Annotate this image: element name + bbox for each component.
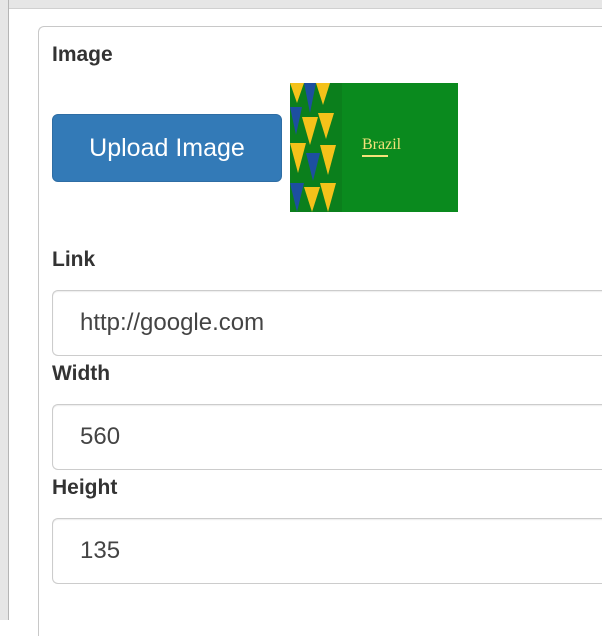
window: Image Upload Image Brazil Link http://go… [0,0,602,636]
width-input[interactable]: 560 [52,404,602,470]
link-label: Link [52,248,96,271]
window-left-border [0,0,9,620]
height-label: Height [52,476,118,499]
image-label: Image [52,43,113,66]
image-thumbnail: Brazil [290,83,458,212]
width-label: Width [52,362,111,385]
link-input[interactable]: http://google.com [52,290,602,356]
window-top-border [0,0,602,9]
thumbnail-text: Brazil [362,136,402,153]
upload-image-button[interactable]: Upload Image [52,114,282,182]
height-input[interactable]: 135 [52,518,602,584]
